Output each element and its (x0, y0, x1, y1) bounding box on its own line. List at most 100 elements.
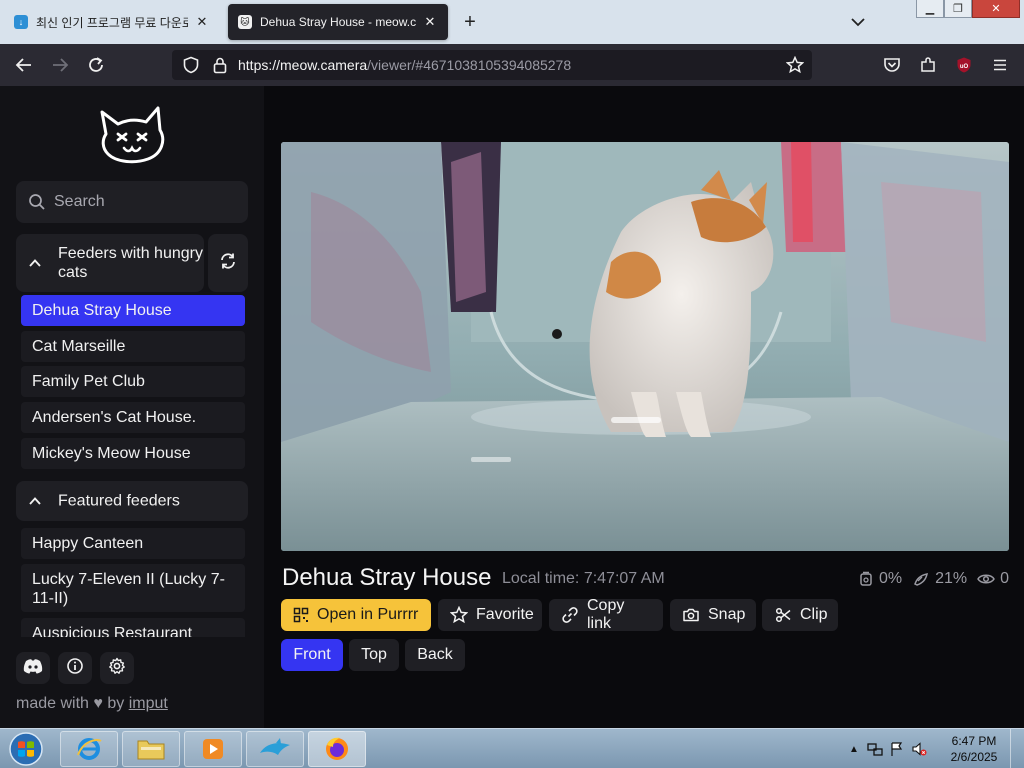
pocket-icon[interactable] (878, 52, 906, 78)
qr-code-icon (293, 607, 309, 623)
extensions-puzzle-icon[interactable] (914, 52, 942, 78)
open-label: Open in Purrrr (317, 606, 419, 623)
info-icon (66, 657, 84, 680)
author-link[interactable]: imput (129, 695, 168, 712)
clip-button[interactable]: Clip (762, 599, 838, 631)
feeder-label: Andersen's Cat House. (32, 409, 197, 426)
start-button[interactable] (6, 731, 46, 767)
folder-icon (137, 740, 165, 760)
copy-label: Copy link (587, 597, 625, 632)
menu-hamburger-icon[interactable] (986, 52, 1014, 78)
feeder-item[interactable]: Happy Canteen (21, 528, 245, 559)
feeder-label: Mickey's Meow House (32, 445, 191, 462)
windows-taskbar: ▲ 6:47 PM 2/6/2025 (0, 728, 1024, 768)
search-input[interactable] (54, 191, 234, 213)
section-header-featured[interactable]: Featured feeders (16, 481, 248, 521)
food-level-stat: 0% (858, 570, 902, 588)
discord-icon (23, 658, 43, 679)
camera-feed-video[interactable] (281, 142, 1009, 551)
snap-button[interactable]: Snap (670, 599, 756, 631)
local-time: Local time: 7:47:07 AM (502, 570, 665, 587)
taskbar-media-player[interactable] (184, 731, 242, 767)
new-tab-button[interactable]: + (456, 8, 484, 36)
back-arrow-icon[interactable] (10, 52, 38, 78)
feeder-item[interactable]: Family Pet Club (21, 366, 245, 397)
tab-title: 최신 인기 프로그램 무료 다운로드 (36, 15, 188, 30)
discord-button[interactable] (16, 652, 50, 684)
clock-time: 6:47 PM (951, 734, 997, 748)
taskbar-file-explorer[interactable] (122, 731, 180, 767)
view-label: Back (417, 646, 453, 663)
view-label: Top (361, 646, 387, 663)
volume-muted-icon[interactable] (908, 741, 930, 757)
food-bag-icon (860, 571, 872, 586)
copy-link-button[interactable]: Copy link (549, 597, 663, 632)
made-with-credit: made with ♥ by imput (16, 695, 168, 713)
favorite-button[interactable]: Favorite (438, 599, 542, 631)
clip-label: Clip (800, 606, 828, 623)
page: Feeders with hungry cats Dehua Stray Hou… (0, 86, 1024, 728)
gear-icon (108, 657, 126, 680)
action-center-flag-icon[interactable] (886, 741, 908, 757)
tab-1[interactable]: ↓ 최신 인기 프로그램 무료 다운로드 ✕ (4, 4, 220, 40)
close-tab-icon[interactable]: ✕ (194, 14, 210, 30)
feeder-item[interactable]: Mickey's Meow House (21, 438, 245, 469)
taskbar-dolphin-app[interactable] (246, 731, 304, 767)
lock-icon[interactable] (212, 56, 228, 79)
cat-favicon-icon: 🐱 (238, 15, 252, 29)
url-text: https://meow.camera/viewer/#467103810539… (238, 57, 572, 73)
bookmark-star-icon[interactable] (785, 55, 805, 79)
view-top-button[interactable]: Top (349, 639, 399, 671)
maximize-icon[interactable]: ❐ (944, 0, 972, 18)
view-front-button[interactable]: Front (281, 639, 343, 671)
reload-icon[interactable] (82, 52, 110, 78)
show-desktop-button[interactable] (1010, 729, 1024, 768)
feeder-item[interactable]: Lucky 7-Eleven II (Lucky 7-11-II) (21, 564, 245, 612)
feeder-item[interactable]: Andersen's Cat House. (21, 402, 245, 433)
feeder-stats: 0% 21% 0 (858, 570, 1019, 588)
feeder-label: Dehua Stray House (32, 302, 172, 319)
shield-icon[interactable] (182, 56, 200, 79)
view-label: Front (293, 646, 331, 663)
feeder-item[interactable]: Auspicious Restaurant (21, 618, 245, 637)
favorite-label: Favorite (476, 606, 534, 623)
open-in-purrrr-button[interactable]: Open in Purrrr (281, 599, 431, 631)
firefox-icon (326, 737, 348, 760)
refresh-button[interactable] (208, 234, 248, 292)
minimize-icon[interactable]: ▁ (916, 0, 944, 18)
viewers-stat: 0 (977, 570, 1009, 588)
ublock-origin-icon[interactable]: uO (950, 52, 978, 78)
taskbar-internet-explorer[interactable] (60, 731, 118, 767)
address-bar[interactable]: https://meow.camera/viewer/#467103810539… (172, 50, 812, 80)
forward-arrow-icon[interactable] (46, 52, 74, 78)
camera-icon (683, 608, 699, 622)
view-back-button[interactable]: Back (405, 639, 465, 671)
meow-camera-cat-logo-icon[interactable] (96, 104, 168, 166)
close-window-icon[interactable]: ✕ (972, 0, 1020, 18)
section-title: Featured feeders (58, 492, 180, 510)
window-controls: ▁ ❐ ✕ (916, 0, 1020, 18)
list-all-tabs-icon[interactable] (846, 8, 870, 36)
show-hidden-icons-icon[interactable]: ▲ (844, 744, 864, 755)
section-header-hungry-cats[interactable]: Feeders with hungry cats (16, 234, 204, 292)
feeder-item[interactable]: Dehua Stray House (21, 295, 245, 326)
snap-label: Snap (708, 606, 746, 623)
settings-button[interactable] (100, 652, 134, 684)
close-tab-icon[interactable]: ✕ (422, 14, 438, 30)
sidebar: Feeders with hungry cats Dehua Stray Hou… (0, 86, 264, 728)
taskbar-firefox[interactable] (308, 731, 366, 767)
info-button[interactable] (58, 652, 92, 684)
search-box[interactable] (16, 181, 248, 223)
tab-2[interactable]: 🐱 Dehua Stray House - meow.camera ✕ (228, 4, 448, 40)
feeder-label: Family Pet Club (32, 373, 145, 390)
pets-stat: 21% (912, 570, 967, 588)
network-icon[interactable] (864, 741, 886, 757)
featured-list: Happy Canteen Lucky 7-Eleven II (Lucky 7… (0, 524, 264, 637)
feeder-item[interactable]: Cat Marseille (21, 331, 245, 362)
pets-value: 21% (935, 570, 968, 587)
windows-logo-icon (9, 732, 43, 766)
paw-icon (914, 573, 929, 586)
feeder-label: Happy Canteen (32, 535, 144, 552)
internet-explorer-icon (77, 738, 102, 760)
taskbar-clock[interactable]: 6:47 PM 2/6/2025 (944, 733, 1004, 765)
